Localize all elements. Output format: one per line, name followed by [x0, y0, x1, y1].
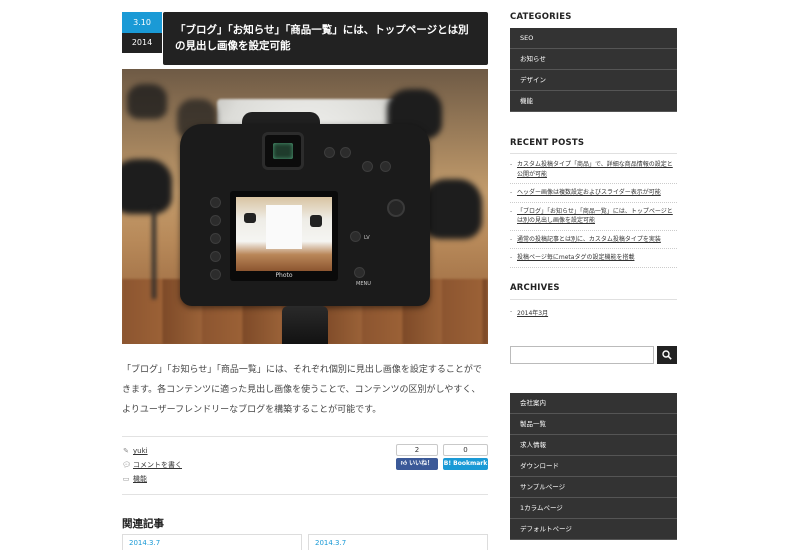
divider	[122, 494, 488, 495]
page-menu-item[interactable]: サンプルページ	[510, 477, 677, 498]
camera-screen	[236, 197, 332, 271]
recent-post-item[interactable]: 「ブログ」「お知らせ」「商品一覧」には、トップページとは別の見出し画像を設定可能	[510, 207, 677, 231]
search-input[interactable]	[510, 346, 654, 364]
page-menu: 会社案内 製品一覧 求人情報 ダウンロード サンプルページ 1カラムページ デフ…	[510, 393, 677, 540]
recent-post-link[interactable]: カスタム投稿タイプ「商品」で、詳細な商品情報の設定と公開が可能	[517, 161, 673, 178]
category-item[interactable]: デザイン	[510, 70, 677, 91]
post-title: 「ブログ」「お知らせ」「商品一覧」には、トップページとは別の見出し画像を設定可能	[163, 12, 488, 65]
page-menu-item[interactable]: ダウンロード	[510, 456, 677, 477]
archive-item[interactable]: 2014年3月	[510, 308, 548, 317]
categories-heading: CATEGORIES	[510, 12, 572, 22]
facebook-like: 2 👍︎ いいね！	[396, 444, 438, 470]
divider	[122, 436, 488, 437]
bookmark-button[interactable]: B! Bookmark	[443, 458, 488, 470]
page-menu-item[interactable]: デフォルトページ	[510, 519, 677, 540]
recent-post-item[interactable]: 投稿ページ毎にmetaタグの設定機能を搭載	[510, 253, 677, 268]
camera-screen-label: Photo	[275, 272, 293, 279]
page-menu-item[interactable]: 1カラムページ	[510, 498, 677, 519]
recent-posts-heading: RECENT POSTS	[510, 138, 585, 148]
folder-icon: ▭	[122, 475, 130, 483]
recent-post-item[interactable]: ヘッダー画像は複数設定およびスライダー表示が可能	[510, 188, 677, 203]
related-posts-heading: 関連記事	[122, 518, 164, 530]
like-button-label: いいね！	[409, 460, 434, 467]
hatena-bookmark: 0 B! Bookmark	[443, 444, 488, 470]
recent-post-link[interactable]: 通常の投稿記事とは別に、カスタム投稿タイプを実装	[517, 236, 661, 243]
archive-link[interactable]: 2014年3月	[517, 310, 548, 317]
pencil-icon: ✎	[123, 447, 129, 455]
post-date: 3.10 2014	[122, 12, 162, 53]
category-link[interactable]: 機能	[133, 472, 147, 486]
post-featured-image: Photo LV MENU	[122, 69, 488, 344]
comment-link[interactable]: コメントを書く	[133, 458, 182, 472]
category-list: SEO お知らせ デザイン 機能	[510, 28, 677, 112]
camera-menu-label: MENU	[356, 281, 371, 287]
related-post-date: 2014.3.7	[315, 539, 347, 547]
magnifier-icon	[662, 350, 672, 360]
related-post-date: 2014.3.7	[129, 539, 161, 547]
page-menu-item[interactable]: 求人情報	[510, 435, 677, 456]
related-post-card[interactable]: 2014.3.7	[308, 534, 488, 550]
category-item[interactable]: SEO	[510, 28, 677, 49]
recent-post-link[interactable]: 投稿ページ毎にmetaタグの設定機能を搭載	[517, 254, 634, 261]
related-post-card[interactable]: 2014.3.7	[122, 534, 302, 550]
like-count: 2	[396, 444, 438, 456]
like-button[interactable]: 👍︎ いいね！	[396, 458, 438, 470]
thumbs-up-icon: 👍︎	[400, 460, 408, 467]
camera-lv-label: LV	[364, 235, 370, 241]
post-body: 「ブログ」「お知らせ」「商品一覧」には、それぞれ個別に見出し画像を設定することが…	[122, 365, 482, 415]
recent-post-item[interactable]: 通常の投稿記事とは別に、カスタム投稿タイプを実装	[510, 235, 677, 249]
page-menu-item[interactable]: 製品一覧	[510, 414, 677, 435]
search-button[interactable]	[657, 346, 677, 364]
post-date-year: 2014	[122, 33, 162, 53]
author-link[interactable]: yuki	[133, 444, 148, 458]
category-item[interactable]: お知らせ	[510, 49, 677, 70]
post-meta: ✎ yuki 💬︎ コメントを書く ▭ 機能	[122, 444, 182, 486]
archives-heading: ARCHIVES	[510, 283, 560, 293]
bookmark-count: 0	[443, 444, 488, 456]
speech-bubble-icon: 💬︎	[122, 461, 131, 469]
recent-posts-list: カスタム投稿タイプ「商品」で、詳細な商品情報の設定と公開が可能 ヘッダー画像は複…	[510, 160, 677, 272]
page-menu-item[interactable]: 会社案内	[510, 393, 677, 414]
recent-post-link[interactable]: 「ブログ」「お知らせ」「商品一覧」には、トップページとは別の見出し画像を設定可能	[517, 208, 673, 225]
post-date-month-day: 3.10	[122, 12, 162, 33]
recent-post-item[interactable]: カスタム投稿タイプ「商品」で、詳細な商品情報の設定と公開が可能	[510, 160, 677, 184]
recent-post-link[interactable]: ヘッダー画像は複数設定およびスライダー表示が可能	[517, 189, 661, 196]
category-item[interactable]: 機能	[510, 91, 677, 112]
